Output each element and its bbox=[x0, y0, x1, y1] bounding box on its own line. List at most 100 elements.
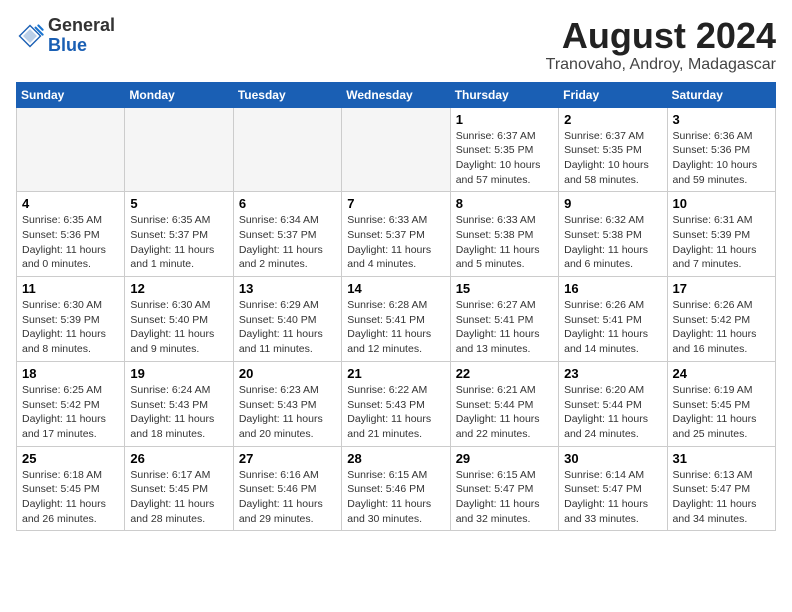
day-number: 2 bbox=[564, 112, 661, 127]
day-number: 27 bbox=[239, 451, 336, 466]
day-info: Sunrise: 6:15 AM Sunset: 5:47 PM Dayligh… bbox=[456, 468, 553, 527]
calendar-cell: 11Sunrise: 6:30 AM Sunset: 5:39 PM Dayli… bbox=[17, 277, 125, 362]
day-number: 7 bbox=[347, 196, 444, 211]
day-info: Sunrise: 6:16 AM Sunset: 5:46 PM Dayligh… bbox=[239, 468, 336, 527]
logo-general: General bbox=[48, 16, 115, 36]
weekday-header-saturday: Saturday bbox=[667, 82, 775, 107]
calendar-cell: 30 Sunrise: 6:14 AM Sunset: 5:47 PM Dayli… bbox=[559, 446, 667, 531]
day-info: Sunrise: 6:25 AM Sunset: 5:42 PM Dayligh… bbox=[22, 383, 119, 442]
day-number: 22 bbox=[456, 366, 553, 381]
day-info: Sunrise: 6:26 AM Sunset: 5:42 PM Dayligh… bbox=[673, 298, 770, 357]
calendar-cell: 5 Sunrise: 6:35 AM Sunset: 5:37 PM Daylig… bbox=[125, 192, 233, 277]
weekday-header-monday: Monday bbox=[125, 82, 233, 107]
calendar-cell: 20Sunrise: 6:23 AM Sunset: 5:43 PM Dayli… bbox=[233, 361, 341, 446]
day-number: 19 bbox=[130, 366, 227, 381]
day-info: Sunrise: 6:29 AM Sunset: 5:40 PM Dayligh… bbox=[239, 298, 336, 357]
day-info: Sunrise: 6:35 AM Sunset: 5:36 PM Dayligh… bbox=[22, 213, 119, 272]
calendar-cell: 3 Sunrise: 6:36 AM Sunset: 5:36 PM Daylig… bbox=[667, 107, 775, 192]
calendar-cell bbox=[125, 107, 233, 192]
calendar-cell: 22 Sunrise: 6:21 AM Sunset: 5:44 PM Dayli… bbox=[450, 361, 558, 446]
day-number: 13 bbox=[239, 281, 336, 296]
day-info: Sunrise: 6:30 AM Sunset: 5:40 PM Dayligh… bbox=[130, 298, 227, 357]
calendar-cell bbox=[17, 107, 125, 192]
day-number: 23 bbox=[564, 366, 661, 381]
week-row-4: 18Sunrise: 6:25 AM Sunset: 5:42 PM Dayli… bbox=[17, 361, 776, 446]
day-number: 8 bbox=[456, 196, 553, 211]
week-row-3: 11Sunrise: 6:30 AM Sunset: 5:39 PM Dayli… bbox=[17, 277, 776, 362]
calendar-cell: 16Sunrise: 6:26 AM Sunset: 5:41 PM Dayli… bbox=[559, 277, 667, 362]
day-info: Sunrise: 6:20 AM Sunset: 5:44 PM Dayligh… bbox=[564, 383, 661, 442]
day-number: 16 bbox=[564, 281, 661, 296]
day-number: 20 bbox=[239, 366, 336, 381]
calendar-cell: 10 Sunrise: 6:31 AM Sunset: 5:39 PM Dayli… bbox=[667, 192, 775, 277]
calendar-cell: 12 Sunrise: 6:30 AM Sunset: 5:40 PM Dayli… bbox=[125, 277, 233, 362]
calendar-cell: 14Sunrise: 6:28 AM Sunset: 5:41 PM Dayli… bbox=[342, 277, 450, 362]
calendar-cell: 18Sunrise: 6:25 AM Sunset: 5:42 PM Dayli… bbox=[17, 361, 125, 446]
day-info: Sunrise: 6:28 AM Sunset: 5:41 PM Dayligh… bbox=[347, 298, 444, 357]
calendar-cell: 27 Sunrise: 6:16 AM Sunset: 5:46 PM Dayli… bbox=[233, 446, 341, 531]
logo-text: General Blue bbox=[48, 16, 115, 56]
calendar-table: SundayMondayTuesdayWednesdayThursdayFrid… bbox=[16, 82, 776, 532]
weekday-header-row: SundayMondayTuesdayWednesdayThursdayFrid… bbox=[17, 82, 776, 107]
calendar-cell: 1 Sunrise: 6:37 AM Sunset: 5:35 PM Daylig… bbox=[450, 107, 558, 192]
day-number: 26 bbox=[130, 451, 227, 466]
calendar-cell: 2 Sunrise: 6:37 AM Sunset: 5:35 PM Daylig… bbox=[559, 107, 667, 192]
calendar-cell: 29Sunrise: 6:15 AM Sunset: 5:47 PM Dayli… bbox=[450, 446, 558, 531]
calendar-cell: 17 Sunrise: 6:26 AM Sunset: 5:42 PM Dayli… bbox=[667, 277, 775, 362]
calendar-cell: 8 Sunrise: 6:33 AM Sunset: 5:38 PM Daylig… bbox=[450, 192, 558, 277]
week-row-2: 4Sunrise: 6:35 AM Sunset: 5:36 PM Daylig… bbox=[17, 192, 776, 277]
logo-blue: Blue bbox=[48, 36, 115, 56]
day-info: Sunrise: 6:13 AM Sunset: 5:47 PM Dayligh… bbox=[673, 468, 770, 527]
day-info: Sunrise: 6:37 AM Sunset: 5:35 PM Dayligh… bbox=[564, 129, 661, 188]
day-info: Sunrise: 6:35 AM Sunset: 5:37 PM Dayligh… bbox=[130, 213, 227, 272]
day-number: 1 bbox=[456, 112, 553, 127]
day-info: Sunrise: 6:31 AM Sunset: 5:39 PM Dayligh… bbox=[673, 213, 770, 272]
weekday-header-tuesday: Tuesday bbox=[233, 82, 341, 107]
day-info: Sunrise: 6:24 AM Sunset: 5:43 PM Dayligh… bbox=[130, 383, 227, 442]
day-number: 5 bbox=[130, 196, 227, 211]
day-number: 21 bbox=[347, 366, 444, 381]
day-info: Sunrise: 6:37 AM Sunset: 5:35 PM Dayligh… bbox=[456, 129, 553, 188]
day-info: Sunrise: 6:36 AM Sunset: 5:36 PM Dayligh… bbox=[673, 129, 770, 188]
weekday-header-thursday: Thursday bbox=[450, 82, 558, 107]
day-number: 30 bbox=[564, 451, 661, 466]
day-info: Sunrise: 6:17 AM Sunset: 5:45 PM Dayligh… bbox=[130, 468, 227, 527]
day-number: 28 bbox=[347, 451, 444, 466]
day-info: Sunrise: 6:21 AM Sunset: 5:44 PM Dayligh… bbox=[456, 383, 553, 442]
day-info: Sunrise: 6:34 AM Sunset: 5:37 PM Dayligh… bbox=[239, 213, 336, 272]
logo-icon bbox=[16, 22, 44, 50]
weekday-header-sunday: Sunday bbox=[17, 82, 125, 107]
calendar-cell: 4Sunrise: 6:35 AM Sunset: 5:36 PM Daylig… bbox=[17, 192, 125, 277]
day-info: Sunrise: 6:32 AM Sunset: 5:38 PM Dayligh… bbox=[564, 213, 661, 272]
calendar-cell: 19 Sunrise: 6:24 AM Sunset: 5:43 PM Dayli… bbox=[125, 361, 233, 446]
day-number: 12 bbox=[130, 281, 227, 296]
day-number: 10 bbox=[673, 196, 770, 211]
week-row-5: 25Sunrise: 6:18 AM Sunset: 5:45 PM Dayli… bbox=[17, 446, 776, 531]
calendar-cell bbox=[233, 107, 341, 192]
logo: General Blue bbox=[16, 16, 115, 56]
calendar-cell: 6Sunrise: 6:34 AM Sunset: 5:37 PM Daylig… bbox=[233, 192, 341, 277]
day-number: 17 bbox=[673, 281, 770, 296]
day-info: Sunrise: 6:19 AM Sunset: 5:45 PM Dayligh… bbox=[673, 383, 770, 442]
calendar-cell: 31 Sunrise: 6:13 AM Sunset: 5:47 PM Dayli… bbox=[667, 446, 775, 531]
day-number: 31 bbox=[673, 451, 770, 466]
day-info: Sunrise: 6:22 AM Sunset: 5:43 PM Dayligh… bbox=[347, 383, 444, 442]
day-info: Sunrise: 6:33 AM Sunset: 5:38 PM Dayligh… bbox=[456, 213, 553, 272]
day-number: 15 bbox=[456, 281, 553, 296]
calendar-cell: 7 Sunrise: 6:33 AM Sunset: 5:37 PM Daylig… bbox=[342, 192, 450, 277]
day-number: 24 bbox=[673, 366, 770, 381]
day-number: 3 bbox=[673, 112, 770, 127]
calendar-cell: 25Sunrise: 6:18 AM Sunset: 5:45 PM Dayli… bbox=[17, 446, 125, 531]
day-info: Sunrise: 6:15 AM Sunset: 5:46 PM Dayligh… bbox=[347, 468, 444, 527]
calendar-cell: 24 Sunrise: 6:19 AM Sunset: 5:45 PM Dayli… bbox=[667, 361, 775, 446]
day-info: Sunrise: 6:27 AM Sunset: 5:41 PM Dayligh… bbox=[456, 298, 553, 357]
day-info: Sunrise: 6:18 AM Sunset: 5:45 PM Dayligh… bbox=[22, 468, 119, 527]
page-header: General Blue August 2024 Tranovaho, Andr… bbox=[16, 16, 776, 74]
day-number: 9 bbox=[564, 196, 661, 211]
month-title: August 2024 bbox=[546, 16, 776, 56]
calendar-cell: 13 Sunrise: 6:29 AM Sunset: 5:40 PM Dayli… bbox=[233, 277, 341, 362]
week-row-1: 1 Sunrise: 6:37 AM Sunset: 5:35 PM Daylig… bbox=[17, 107, 776, 192]
day-info: Sunrise: 6:14 AM Sunset: 5:47 PM Dayligh… bbox=[564, 468, 661, 527]
day-info: Sunrise: 6:33 AM Sunset: 5:37 PM Dayligh… bbox=[347, 213, 444, 272]
day-number: 11 bbox=[22, 281, 119, 296]
